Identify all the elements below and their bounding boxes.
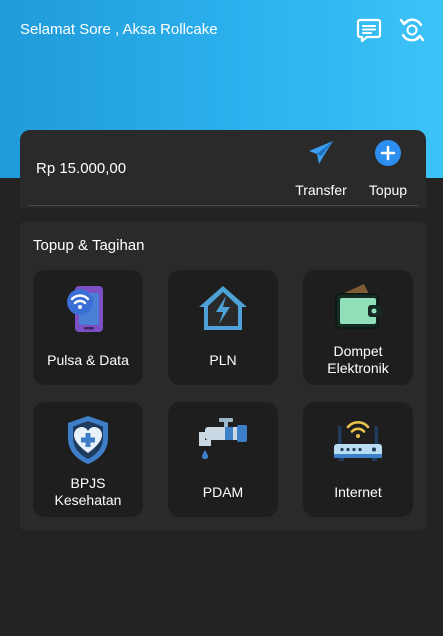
service-label: Dompet Elektronik xyxy=(327,343,389,376)
divider xyxy=(28,205,418,206)
service-tile-pulsa-data[interactable]: Pulsa & Data xyxy=(33,270,143,385)
service-label: Pulsa & Data xyxy=(47,351,129,368)
service-tile-bpjs-kesehatan[interactable]: BPJS Kesehatan xyxy=(33,402,143,517)
services-title: Topup & Tagihan xyxy=(33,237,145,254)
service-tile-dompet-elektronik[interactable]: Dompet Elektronik xyxy=(303,270,413,385)
service-label: Internet xyxy=(334,483,382,500)
transfer-button[interactable]: Transfer xyxy=(288,136,354,198)
topup-label: Topup xyxy=(368,182,408,198)
router-icon xyxy=(330,412,386,468)
electric-house-icon xyxy=(195,280,251,336)
sync-icon[interactable] xyxy=(397,15,427,45)
service-label: PDAM xyxy=(202,483,244,500)
balance-card: Rp 15.000,00 Transfer Topup xyxy=(20,130,426,208)
health-shield-icon xyxy=(60,412,116,468)
phone-wifi-icon xyxy=(60,280,116,336)
paper-plane-icon xyxy=(306,138,336,168)
service-tile-internet[interactable]: Internet xyxy=(303,402,413,517)
message-icon[interactable] xyxy=(354,15,384,45)
topup-button[interactable]: Topup xyxy=(355,136,421,198)
service-tile-pln[interactable]: PLN xyxy=(168,270,278,385)
plus-circle-icon xyxy=(373,138,403,168)
water-faucet-icon xyxy=(195,412,251,468)
transfer-label: Transfer xyxy=(295,182,347,198)
wallet-icon xyxy=(330,280,386,336)
services-panel: Topup & Tagihan Pulsa & Data PLN Dompet … xyxy=(20,222,426,530)
service-tile-pdam[interactable]: PDAM xyxy=(168,402,278,517)
service-label: PLN xyxy=(209,351,237,368)
balance-amount: Rp 15.000,00 xyxy=(36,160,127,177)
greeting-text: Selamat Sore , Aksa Rollcake xyxy=(20,21,218,38)
service-label: BPJS Kesehatan xyxy=(54,475,122,508)
